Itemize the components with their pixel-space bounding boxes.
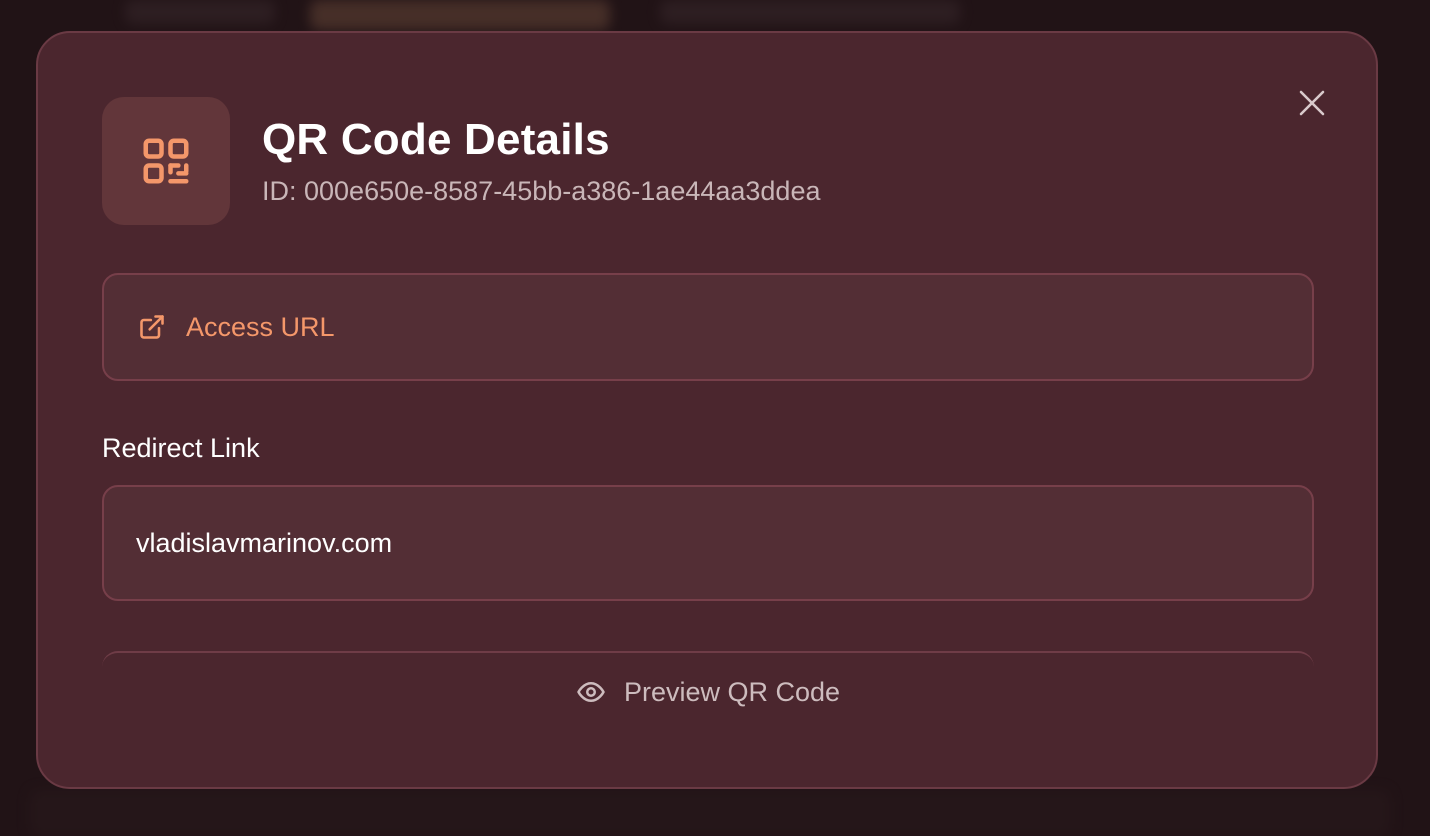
external-link-icon <box>140 315 164 339</box>
background-blur-shape <box>125 0 275 24</box>
close-icon <box>1299 90 1325 116</box>
modal-title: QR Code Details <box>262 115 610 164</box>
background-blur-shape <box>30 790 1390 836</box>
redirect-link-field[interactable]: vladislavmarinov.com <box>102 485 1314 601</box>
qr-details-modal: QR Code Details ID: 000e650e-8587-45bb-a… <box>36 31 1378 789</box>
redirect-link-label: Redirect Link <box>102 433 260 463</box>
access-url-label: Access URL <box>186 311 335 342</box>
qr-id-text: ID: 000e650e-8587-45bb-a386-1ae44aa3ddea <box>262 176 821 206</box>
close-button[interactable] <box>1294 85 1330 121</box>
background-blur-shape <box>660 0 960 24</box>
qr-icon-tile <box>102 97 230 225</box>
preview-qr-label: Preview QR Code <box>623 676 841 707</box>
eye-icon <box>577 682 605 702</box>
background-blur-shape <box>310 0 610 30</box>
preview-qr-button[interactable]: Preview QR Code <box>102 651 1314 731</box>
qr-code-icon <box>143 138 189 184</box>
access-url-button[interactable]: Access URL <box>102 273 1314 381</box>
